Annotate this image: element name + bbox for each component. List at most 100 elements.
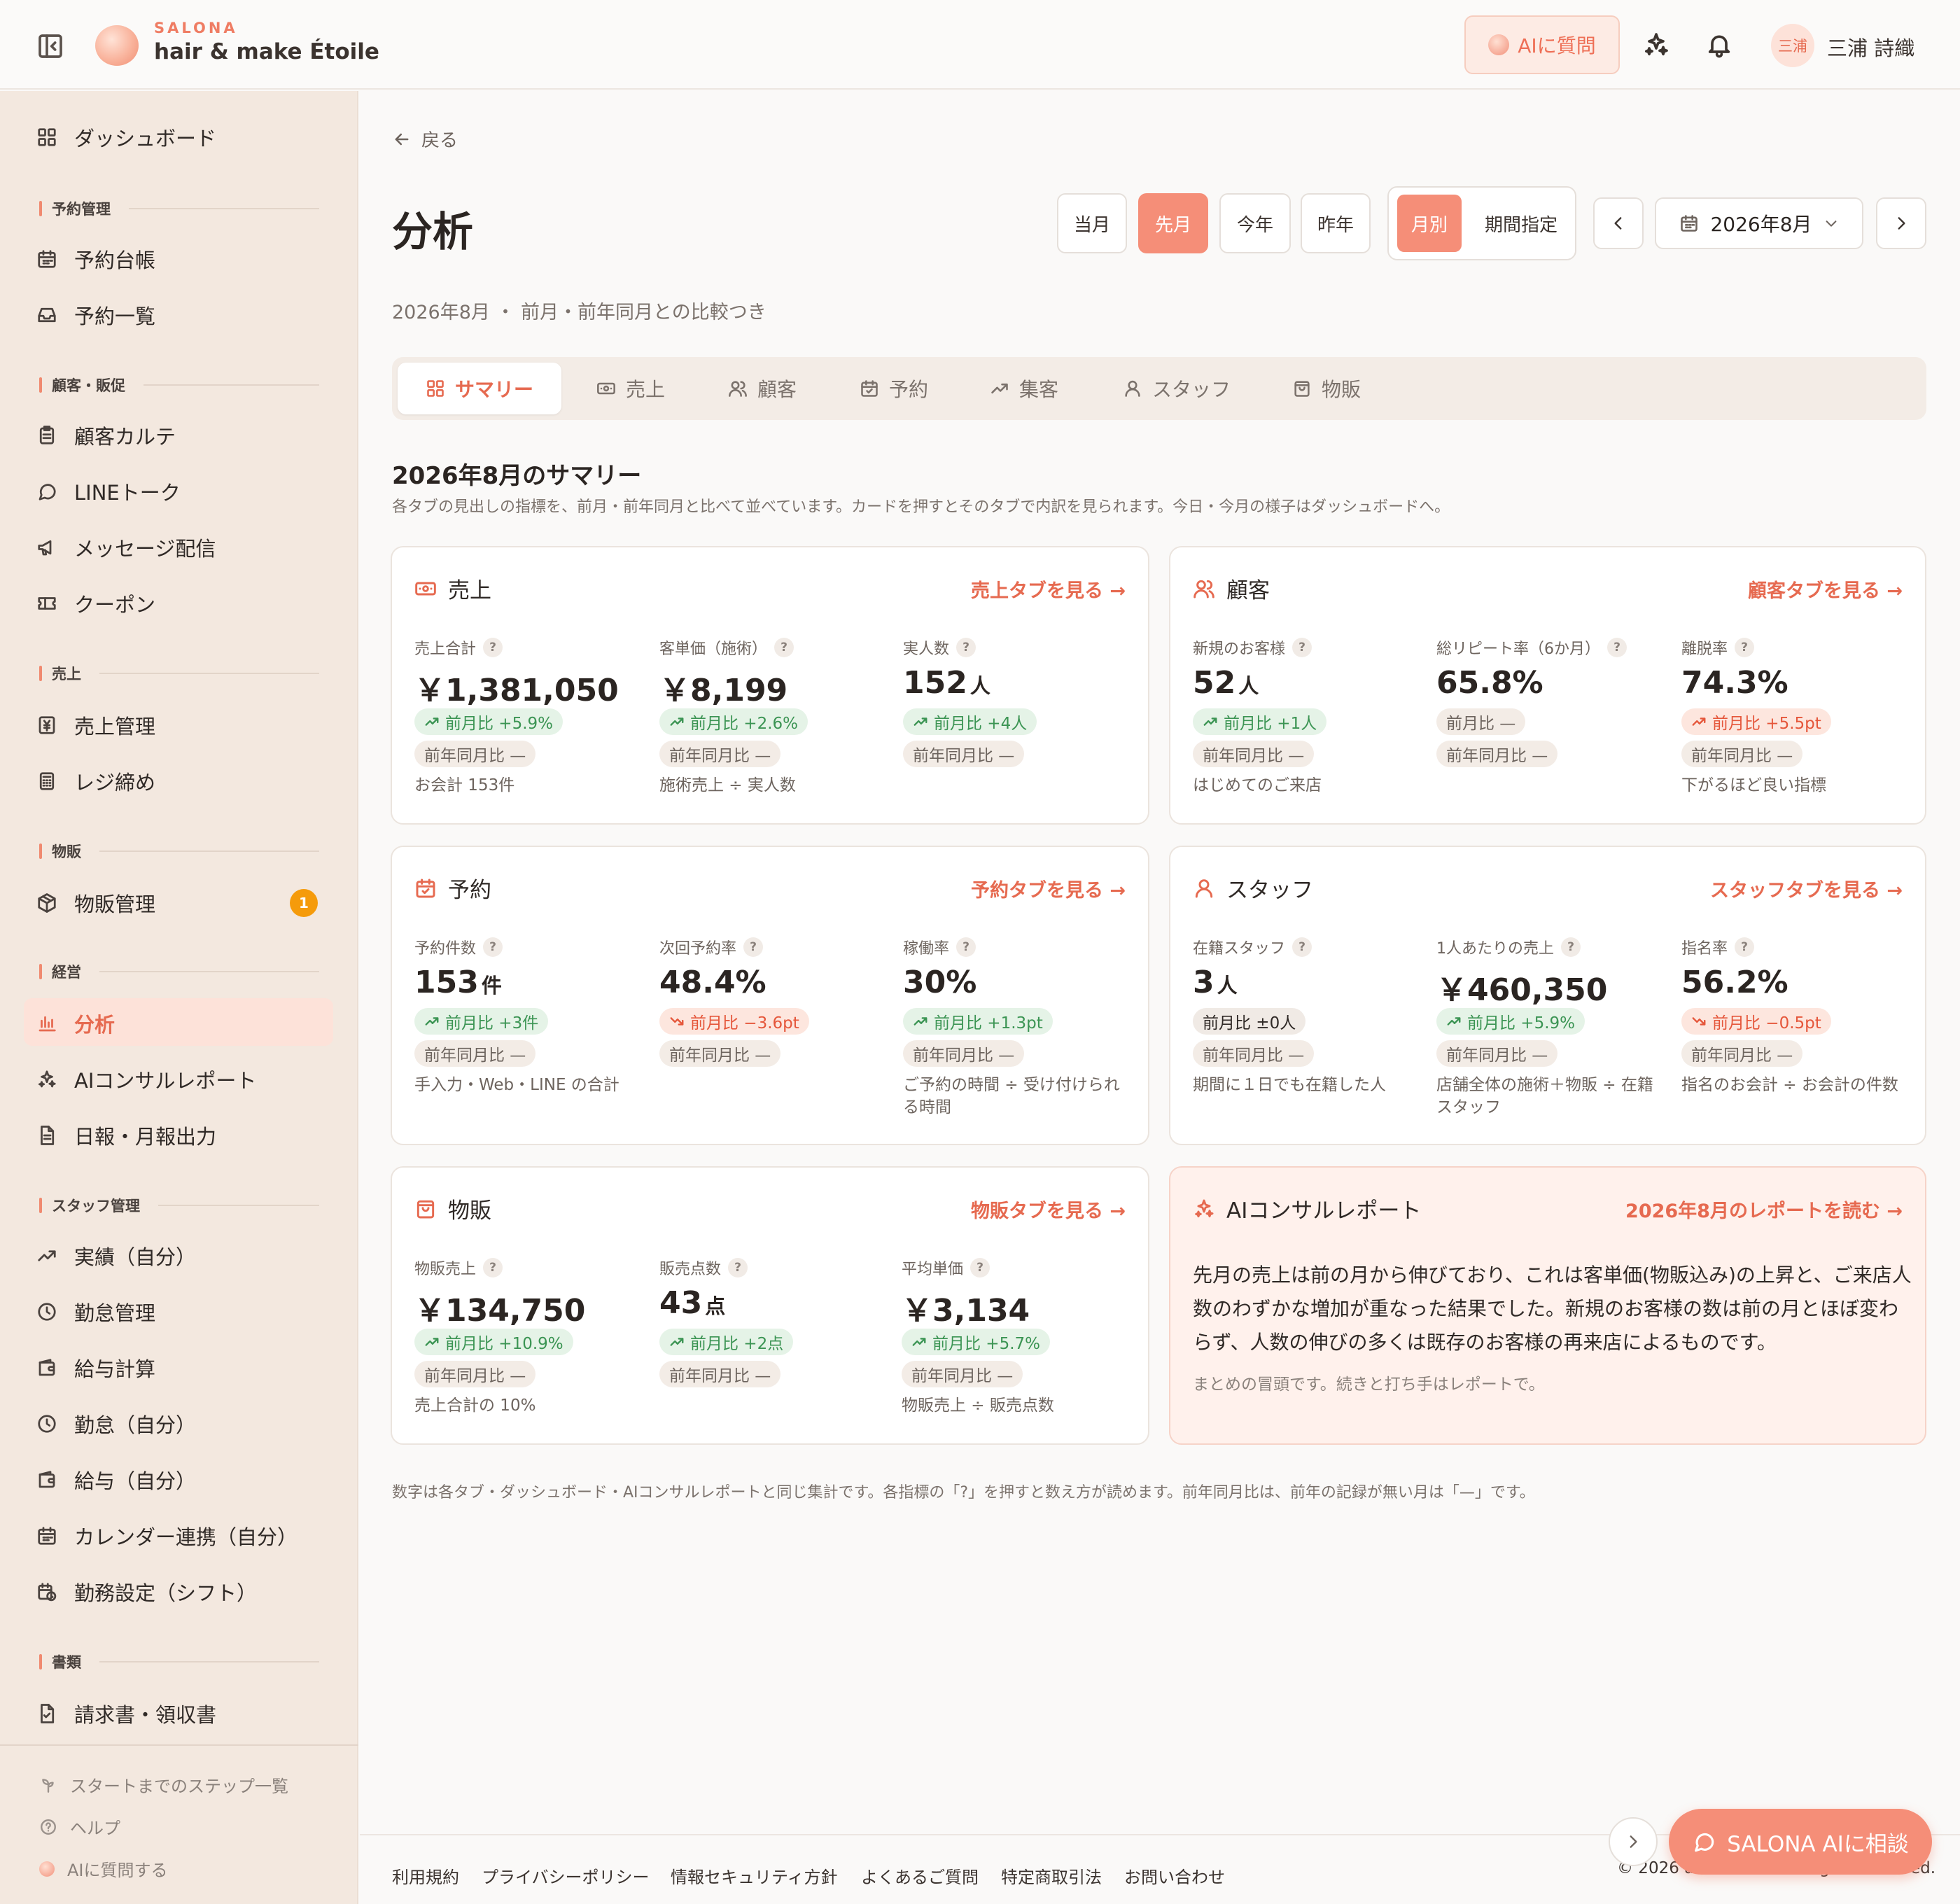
footer-link-security[interactable]: 情報セキュリティ方針 (671, 1863, 838, 1888)
yoy-badge: 前年同月比 — (903, 1040, 1025, 1067)
sparkle-icon[interactable] (1642, 31, 1670, 59)
help-button[interactable]: ? (956, 937, 976, 957)
help-button[interactable]: ? (1607, 638, 1627, 657)
tab-customer[interactable]: 顧客 (728, 363, 797, 414)
period-this-month[interactable]: 当月 (1057, 193, 1127, 253)
sidebar-item-invoice[interactable]: 請求書・領収書 (36, 1698, 216, 1729)
avatar[interactable]: 三浦 (1771, 24, 1814, 67)
bag-icon (1292, 379, 1312, 398)
sidebar-steps-link[interactable]: スタートまでのステップ一覧 (39, 1772, 288, 1797)
tab-acquisition[interactable]: 集客 (990, 363, 1058, 414)
sidebar-item-my-results[interactable]: 実績（自分） (36, 1240, 196, 1271)
mom-badge: 前月比 +3件 (414, 1008, 549, 1035)
back-link[interactable]: 戻る (392, 126, 458, 152)
sidebar-toggle-icon[interactable] (36, 32, 64, 60)
sidebar-item-shift[interactable]: 勤務設定（シフト） (36, 1576, 257, 1607)
retail-tab-link[interactable]: 物販タブを見る → (971, 1196, 1126, 1223)
ai-report-link[interactable]: 2026年8月のレポートを読む → (1625, 1196, 1903, 1223)
ai-report-note: まとめの冒頭です。続きと打ち手はレポートで。 (1193, 1376, 1545, 1394)
sidebar-item-my-payroll[interactable]: 給与（自分） (36, 1464, 196, 1495)
salona-ai-chat-button[interactable]: SALONA AIに相談 (1669, 1809, 1932, 1875)
sidebar-item-register[interactable]: レジ締め (36, 766, 155, 797)
bell-icon[interactable] (1705, 31, 1733, 59)
metric-churn-rate: 離脱率? 74.3% 前月比 +5.5pt 前年同月比 — 下がるほど良い指標 (1681, 637, 1912, 797)
help-button[interactable]: ? (774, 638, 794, 657)
footer-link-faq[interactable]: よくあるご質問 (861, 1863, 979, 1888)
month-picker[interactable]: 2026年8月 (1655, 197, 1863, 249)
help-button[interactable]: ? (728, 1258, 748, 1278)
sidebar-item-dashboard[interactable]: ダッシュボード (36, 122, 216, 153)
metric-utilization: 稼働率? 30% 前月比 +1.3pt 前年同月比 — ご予約の時間 ÷ 受け付… (903, 937, 1134, 1119)
period-last-year[interactable]: 昨年 (1301, 193, 1371, 253)
help-button[interactable]: ? (970, 1258, 990, 1278)
help-button[interactable]: ? (483, 638, 503, 657)
period-this-year[interactable]: 今年 (1219, 193, 1291, 253)
card-staff[interactable]: スタッフ スタッフタブを見る → 在籍スタッフ? 3人 前月比 ±0人 前年同月… (1169, 846, 1926, 1145)
metric-nomination-rate: 指名率? 56.2% 前月比 −0.5pt 前年同月比 — 指名のお会計 ÷ お… (1681, 937, 1912, 1096)
tab-reservation[interactable]: 予約 (860, 363, 928, 414)
yoy-badge: 前年同月比 — (659, 1040, 781, 1067)
card-ai-report[interactable]: AIコンサルレポート 2026年8月のレポートを読む → 先月の売上は前の月から… (1169, 1166, 1926, 1445)
help-button[interactable]: ? (956, 638, 976, 657)
tab-summary[interactable]: サマリー (398, 363, 562, 414)
sidebar-item-message[interactable]: メッセージ配信 (36, 532, 216, 563)
reservation-tab-link[interactable]: 予約タブを見る → (971, 875, 1126, 902)
sidebar-item-calendar[interactable]: カレンダー連携（自分） (36, 1520, 298, 1551)
customer-tab-link[interactable]: 顧客タブを見る → (1748, 575, 1903, 603)
sidebar-item-book[interactable]: 予約台帳 (36, 244, 155, 274)
sidebar-item-attendance[interactable]: 勤怠管理 (36, 1296, 155, 1327)
footer-link-terms[interactable]: 利用規約 (392, 1863, 459, 1888)
sidebar-item-karte[interactable]: 顧客カルテ (36, 420, 176, 451)
sidebar-item-coupon[interactable]: クーポン (36, 588, 155, 619)
tab-retail[interactable]: 物販 (1292, 363, 1361, 414)
collapse-button[interactable] (1609, 1817, 1658, 1866)
card-retail[interactable]: 物販 物販タブを見る → 物販売上? ￥134,750 前月比 +10.9% 前… (391, 1166, 1149, 1445)
help-button[interactable]: ? (1735, 638, 1755, 657)
mom-badge: 前月比 ±0人 (1193, 1008, 1306, 1035)
sidebar-item-ai-report[interactable]: AIコンサルレポート (36, 1064, 256, 1095)
metric-label: 次回予約率 (659, 940, 737, 958)
mode-monthly[interactable]: 月別 (1397, 195, 1462, 252)
sidebar-item-payroll[interactable]: 給与計算 (36, 1352, 155, 1383)
mom-badge: 前月比 −0.5pt (1681, 1008, 1831, 1035)
metric-avg-spend: 客単価（施術）? ￥8,199 前月比 +2.6% 前年同月比 — 施術売上 ÷… (659, 637, 890, 797)
user-name[interactable]: 三浦 詩織 (1827, 32, 1914, 62)
card-customer[interactable]: 顧客 顧客タブを見る → 新規のお客様? 52 人 前月比 +1人 前年同月比 —… (1169, 546, 1926, 825)
next-month-button[interactable] (1876, 197, 1926, 249)
sidebar-item-my-attendance[interactable]: 勤怠（自分） (36, 1408, 196, 1439)
sidebar-item-sales[interactable]: 売上管理 (36, 710, 155, 741)
sidebar-item-retail[interactable]: 物販管理 (36, 888, 155, 918)
sidebar-ask-ai-link[interactable]: AIに質問する (39, 1856, 168, 1881)
card-sales[interactable]: 売上 売上タブを見る → 売上合計? ￥1,381,050 前月比 +5.9% … (391, 546, 1149, 825)
footer-link-contact[interactable]: お問い合わせ (1124, 1863, 1225, 1888)
staff-tab-link[interactable]: スタッフタブを見る → (1710, 875, 1903, 902)
help-button[interactable]: ? (1292, 937, 1312, 957)
wallet-icon (36, 1357, 57, 1378)
tab-staff[interactable]: スタッフ (1123, 363, 1231, 414)
sidebar-item-analysis[interactable]: 分析 (36, 1008, 115, 1039)
sidebar-item-label: 日報・月報出力 (74, 1125, 217, 1149)
footer-link-tokusho[interactable]: 特定商取引法 (1001, 1863, 1102, 1888)
sidebar-item-line[interactable]: LINEトーク (36, 476, 181, 507)
help-button[interactable]: ? (483, 937, 503, 957)
prev-month-button[interactable] (1593, 197, 1644, 249)
footnote: 数字は各タブ・ダッシュボード・AIコンサルレポートと同じ集計です。各指標の「?」… (392, 1484, 1535, 1502)
tab-sales[interactable]: 売上 (596, 363, 665, 414)
help-button[interactable]: ? (1292, 638, 1312, 657)
footer-link-privacy[interactable]: プライバシーポリシー (482, 1863, 650, 1888)
metric-value: ￥3,134 (902, 1293, 1030, 1329)
help-button[interactable]: ? (743, 937, 764, 957)
calendar-clock-icon (36, 1581, 57, 1602)
period-last-month[interactable]: 先月 (1138, 193, 1208, 253)
help-button[interactable]: ? (1735, 937, 1755, 957)
sales-tab-link[interactable]: 売上タブを見る → (971, 575, 1126, 603)
help-button[interactable]: ? (1561, 937, 1581, 957)
card-reservation[interactable]: 予約 予約タブを見る → 予約件数? 153 件 前月比 +3件 前年同月比 — … (391, 846, 1149, 1145)
sidebar-help-link[interactable]: ヘルプ (39, 1814, 120, 1839)
sidebar-item-daily-report[interactable]: 日報・月報出力 (36, 1120, 216, 1151)
help-button[interactable]: ? (483, 1258, 503, 1278)
section-retail: 物販 (39, 841, 319, 861)
ask-ai-button[interactable]: AIに質問 (1464, 15, 1620, 74)
mode-range[interactable]: 期間指定 (1469, 195, 1574, 252)
sidebar-item-list[interactable]: 予約一覧 (36, 300, 155, 330)
